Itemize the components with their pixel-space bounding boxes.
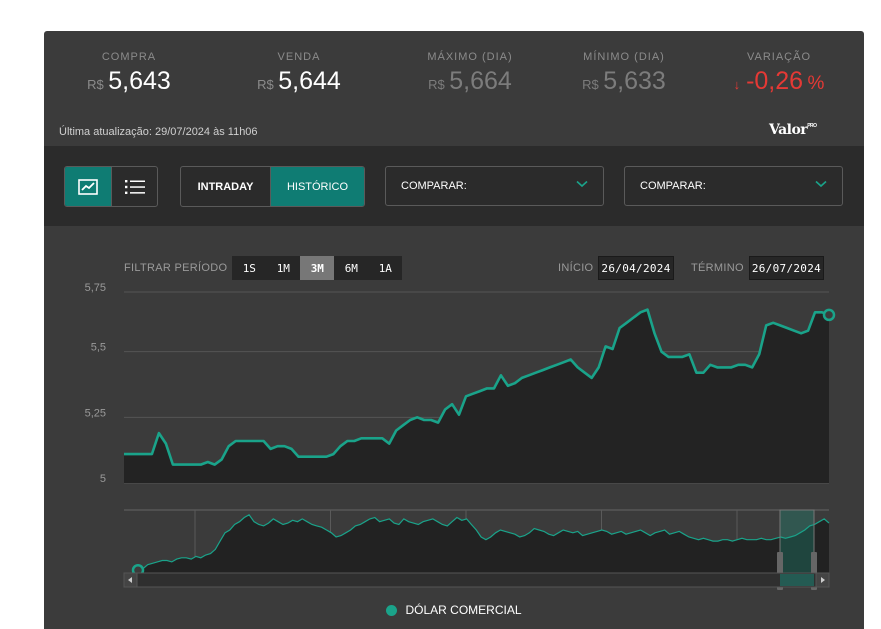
quote-value: 5,644 (278, 67, 341, 95)
range-end: TÉRMINO 26/07/2024 (691, 256, 825, 280)
quote-value: 5,643 (108, 67, 171, 95)
quote-compra: COMPRA R$ 5,643 (54, 51, 204, 96)
period-button-1s[interactable]: 1S (232, 256, 266, 280)
quote-label: VENDA (277, 51, 321, 63)
period-button-6m[interactable]: 6M (334, 256, 368, 280)
chart-legend[interactable]: DÓLAR COMERCIAL (44, 603, 864, 617)
currency-symbol: R$ (257, 77, 274, 92)
quote-label: MÍNIMO (DIA) (583, 51, 665, 63)
chevron-down-icon (576, 180, 588, 188)
list-icon (124, 179, 145, 194)
historico-button[interactable]: HISTÓRICO (270, 167, 364, 206)
period-button-1a[interactable]: 1A (368, 256, 402, 280)
start-label: INÍCIO (558, 262, 594, 274)
arrow-down-icon: ↓ (733, 77, 741, 92)
last-point-marker (822, 308, 836, 322)
quote-maximo: MÁXIMO (DIA) R$ 5,664 (395, 51, 545, 96)
y-tick-label: 5,75 (85, 282, 106, 294)
last-update: Última atualização: 29/07/2024 às 11h06 (59, 126, 258, 138)
quote-venda: VENDA R$ 5,644 (224, 51, 374, 96)
currency-symbol: R$ (582, 77, 599, 92)
currency-symbol: R$ (428, 77, 445, 92)
y-tick-label: 5 (100, 473, 106, 485)
compare-select-2[interactable]: COMPARAR: (624, 166, 843, 206)
valor-logo: ValorPRO (769, 122, 817, 138)
start-date-input[interactable]: 26/04/2024 (598, 256, 674, 280)
chart-view-button[interactable] (65, 167, 111, 206)
y-tick-label: 5,25 (85, 407, 106, 419)
area-fill (124, 309, 829, 483)
quotes-bar: COMPRA R$ 5,643 VENDA R$ 5,644 MÁXIMO (D… (44, 31, 864, 119)
y-tick-label: 5,5 (91, 342, 106, 354)
scrollbar-thumb (780, 574, 814, 586)
end-label: TÉRMINO (691, 262, 744, 274)
quote-minimo: MÍNIMO (DIA) R$ 5,633 (549, 51, 699, 96)
end-date-input[interactable]: 26/07/2024 (748, 256, 825, 280)
navigator-area (138, 514, 829, 573)
compare-label: COMPARAR: (640, 180, 706, 192)
quote-value: -0,26 (746, 67, 804, 95)
line-chart-icon (78, 178, 98, 195)
quote-label: VARIAÇÃO (746, 51, 812, 63)
scrollbar-track (123, 572, 830, 588)
quote-label: MÁXIMO (DIA) (427, 51, 513, 63)
legend-marker (386, 604, 398, 616)
price-chart[interactable]: 5,755,55,25520202021202220232024 (44, 281, 864, 591)
quote-value: 5,633 (603, 67, 666, 95)
currency-widget: COMPRA R$ 5,643 VENDA R$ 5,644 MÁXIMO (D… (44, 31, 864, 629)
mode-toggle: INTRADAY HISTÓRICO (180, 166, 365, 207)
toolbar: INTRADAY HISTÓRICO COMPARAR: COMPARAR: (44, 146, 864, 226)
period-buttons: 1S 1M 3M 6M 1A (232, 256, 403, 280)
quote-variacao: VARIAÇÃO ↓ -0,26 % (704, 51, 854, 96)
percent-unit: % (807, 73, 825, 94)
compare-label: COMPARAR: (401, 180, 467, 192)
period-button-1m[interactable]: 1M (266, 256, 300, 280)
quote-value: 5,664 (449, 67, 512, 95)
intraday-button[interactable]: INTRADAY (181, 167, 270, 206)
filter-label: FILTRAR PERÍODO (124, 262, 228, 274)
period-button-3m[interactable]: 3M (300, 256, 335, 280)
range-start: INÍCIO 26/04/2024 (558, 256, 674, 280)
table-view-button[interactable] (111, 167, 157, 206)
quote-label: COMPRA (101, 51, 157, 63)
view-toggle (64, 166, 158, 207)
legend-label: DÓLAR COMERCIAL (405, 603, 522, 617)
currency-symbol: R$ (87, 77, 104, 92)
compare-select-1[interactable]: COMPARAR: (385, 166, 604, 206)
chevron-down-icon (815, 180, 827, 188)
period-filter: FILTRAR PERÍODO 1S 1M 3M 6M 1A (124, 256, 403, 280)
